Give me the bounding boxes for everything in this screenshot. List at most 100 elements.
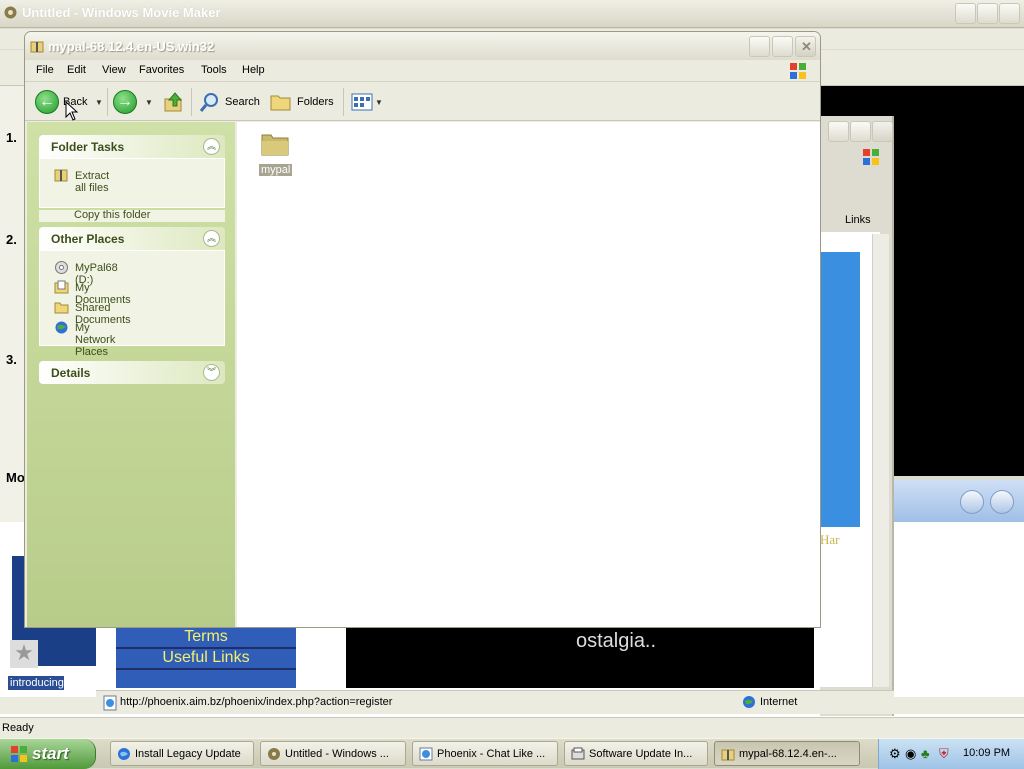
search-icon[interactable] [199,91,221,113]
views-icon[interactable] [351,93,373,111]
tray-icon-3[interactable]: ♣ [921,746,930,761]
close-icon: ✕ [801,39,812,54]
task-step-1[interactable]: 1. [6,130,17,145]
tray-icon-2[interactable]: ◉ [905,746,916,762]
ie-side-link[interactable]: Har [820,532,840,548]
task-copy-folder[interactable]: Copy this folder [39,210,225,222]
ie-close-button[interactable] [872,121,893,142]
movie-label: Mo [6,470,25,485]
menu-bar: File Edit View Favorites Tools Help [25,60,820,82]
other-places-title: Other Places [51,232,125,246]
shield-icon[interactable]: ⛨ [939,746,949,762]
folder-tasks-body: Extract all files [39,158,225,208]
taskbar-button-label: Install Legacy Update [135,748,241,760]
ie-page-hero: ostalgia.. [346,626,814,688]
menu-view[interactable]: View [102,64,126,76]
nav-link-terms[interactable]: Terms [116,628,296,649]
back-dropdown-icon[interactable]: ▼ [95,98,103,107]
taskbar: start Install Legacy Update Untitled - W… [0,738,1024,769]
network-icon [55,321,68,334]
movie-maker-title: Untitled - Windows Movie Maker [22,5,221,20]
taskbar-button-mypal-folder[interactable]: mypal-68.12.4.en-... [714,741,860,766]
snapshot-button[interactable] [990,490,1014,514]
ie-icon [419,747,433,761]
toolbar-separator [191,88,192,116]
task-label: Extract all files [75,170,110,194]
globe-icon [743,696,755,708]
details-group: Details ︾ [39,361,225,384]
place-label: My Network Places [75,322,116,358]
windows-logo-icon [863,149,879,165]
views-dropdown-icon[interactable]: ▼ [375,98,383,107]
taskbar-button-software-update[interactable]: Software Update In... [564,741,708,766]
search-button[interactable]: Search [225,96,260,108]
restore-button[interactable] [977,3,998,24]
hero-text: ostalgia.. [576,630,657,652]
folder-tasks-title: Folder Tasks [51,140,125,154]
movie-maker-icon [268,748,280,760]
toolbar: ← Back ▼ → ▼ Search Folders ▼ [25,83,820,121]
taskbar-button-install-legacy-update[interactable]: Install Legacy Update [110,741,254,766]
menu-edit[interactable]: Edit [67,64,86,76]
explorer-minimize-button[interactable] [749,36,770,57]
system-tray: ⚙ ◉ ♣ ⛨ 10:09 PM [878,739,1024,769]
start-label: start [32,744,69,763]
installer-icon [571,747,585,760]
up-folder-icon[interactable] [163,91,185,113]
nav-link-useful-links[interactable]: Useful Links [116,649,296,670]
globe-icon [118,748,130,760]
taskbar-button-label: Untitled - Windows ... [285,748,389,760]
collapse-chevron-icon[interactable]: ︽ [203,138,220,155]
taskbar-button-label: Software Update In... [589,748,693,760]
split-clip-button[interactable] [960,490,984,514]
folder-tasks-header[interactable]: Folder Tasks ︽ [39,135,225,158]
close-button[interactable] [999,3,1020,24]
expand-chevron-icon[interactable]: ︾ [203,364,220,381]
file-item[interactable]: mypal [237,122,317,186]
start-button[interactable]: start [0,739,96,769]
folders-icon[interactable] [270,92,292,112]
minimize-button[interactable] [955,3,976,24]
menu-tools[interactable]: Tools [201,64,227,76]
forward-button[interactable]: → [113,90,137,114]
task-step-2[interactable]: 2. [6,232,17,247]
forward-dropdown-icon[interactable]: ▼ [145,98,153,107]
task-step-3[interactable]: 3. [6,352,17,367]
windows-flag-icon [11,746,27,762]
toolbar-separator [343,88,344,116]
collapse-chevron-icon[interactable]: ︽ [203,230,220,247]
forward-arrow-icon: → [117,93,133,110]
explorer-titlebar[interactable]: mypal-68.12.4.en-US.win32 ✕ [25,32,820,60]
taskbar-button-phoenix[interactable]: Phoenix - Chat Like ... [412,741,558,766]
ie-vertical-scrollbar[interactable] [872,234,889,687]
menu-favorites[interactable]: Favorites [139,64,184,76]
movie-maker-tasks-pane: 1. 2. 3. Mo [0,86,26,526]
status-bar: Ready [0,717,1024,738]
links-label[interactable]: Links [845,214,871,226]
ie-page-banner [820,252,860,527]
explorer-maximize-button[interactable] [772,36,793,57]
back-arrow-icon: ← [39,93,55,110]
taskbar-button-movie-maker[interactable]: Untitled - Windows ... [260,741,406,766]
tray-icon-1[interactable]: ⚙ [889,746,901,762]
ie-nav-links: Terms Useful Links [116,626,296,688]
status-url: http://phoenix.aim.bz/phoenix/index.php?… [120,696,393,708]
ie-minimize-button[interactable] [828,121,849,142]
menu-file[interactable]: File [36,64,54,76]
menu-help[interactable]: Help [242,64,265,76]
movie-maker-titlebar[interactable]: Untitled - Windows Movie Maker [0,0,1024,28]
other-places-body: MyPal68 (D:) My Documents Shared Documen… [39,250,225,358]
folder-icon [261,134,289,156]
back-button[interactable]: ← [35,90,59,114]
details-header[interactable]: Details ︾ [39,361,225,384]
explorer-window: mypal-68.12.4.en-US.win32 ✕ File Edit Vi… [24,31,821,628]
clock[interactable]: 10:09 PM [963,747,1010,759]
folders-button[interactable]: Folders [297,96,334,108]
status-text: Ready [2,722,34,734]
ie-restore-button[interactable] [850,121,871,142]
ie-page-gap [300,626,344,688]
explorer-close-button[interactable]: ✕ [795,36,816,57]
thumbnail-caption[interactable]: introducing [8,676,64,690]
other-places-header[interactable]: Other Places ︽ [39,227,225,250]
documents-folder-icon [54,280,69,294]
